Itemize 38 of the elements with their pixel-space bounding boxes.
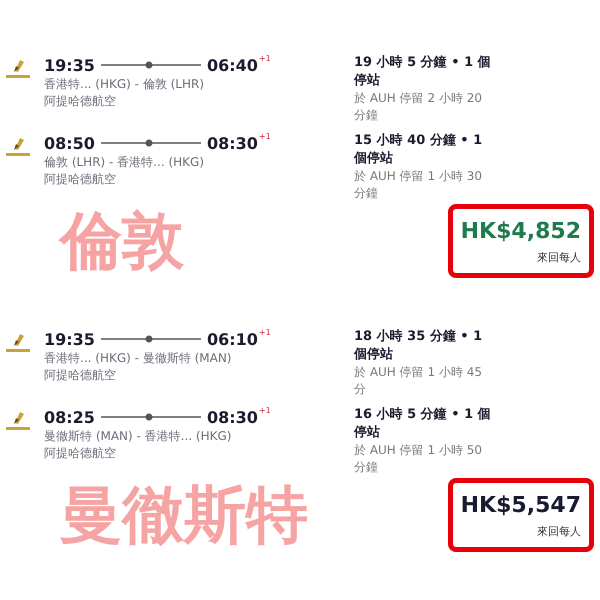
departure-time: 19:35 [44, 56, 95, 74]
departure-time: 08:25 [44, 408, 95, 426]
route-line-icon [100, 413, 201, 421]
departure-time: 08:50 [44, 134, 95, 152]
airline-name: 阿提哈德航空 [44, 93, 117, 110]
day-offset: +1 [258, 328, 271, 337]
day-offset: +1 [258, 406, 271, 415]
route-line-icon [100, 335, 201, 343]
route-line-icon [100, 61, 201, 69]
airline-name: 阿提哈德航空 [44, 367, 117, 384]
airline-name: 阿提哈德航空 [44, 445, 117, 462]
duration-text: 16 小時 5 分鐘 • 1 個停站 [354, 406, 492, 442]
arrival-time: 06:40 [206, 56, 258, 74]
layover-text: 於 AUH 停留 2 小時 20 分鐘 [354, 90, 483, 124]
layover-text: 於 AUH 停留 1 小時 45 分 [354, 364, 483, 398]
day-offset: +1 [258, 132, 271, 141]
route-text: 香港特... (HKG) - 曼徹斯特 (MAN) [44, 350, 232, 367]
airline-name: 阿提哈德航空 [44, 171, 117, 188]
route-line-icon [100, 139, 201, 147]
price-note: 來回每人 [537, 524, 581, 539]
arrival-time: 06:10 [206, 330, 258, 348]
annotation-label: 曼徹斯特 [60, 484, 308, 546]
arrival-time: 08:30 [206, 408, 258, 426]
layover-text: 於 AUH 停留 1 小時 50 分鐘 [354, 442, 483, 476]
duration-text: 15 小時 40 分鐘 • 1 個停站 [354, 132, 484, 168]
price: HK$4,852 [460, 219, 581, 244]
route-text: 香港特... (HKG) - 倫敦 (LHR) [44, 76, 205, 93]
duration-text: 18 小時 35 分鐘 • 1 個停站 [354, 328, 484, 364]
route-text: 倫敦 (LHR) - 香港特... (HKG) [44, 154, 205, 171]
day-offset: +1 [258, 54, 271, 63]
price-note: 來回每人 [537, 250, 581, 265]
duration-text: 19 小時 5 分鐘 • 1 個停站 [354, 54, 492, 90]
departure-time: 19:35 [44, 330, 95, 348]
arrival-time: 08:30 [206, 134, 258, 152]
annotation-label: 倫敦 [60, 210, 184, 272]
route-text: 曼徹斯特 (MAN) - 香港特... (HKG) [44, 428, 232, 445]
layover-text: 於 AUH 停留 1 小時 30 分鐘 [354, 168, 483, 202]
price: HK$5,547 [460, 493, 581, 518]
